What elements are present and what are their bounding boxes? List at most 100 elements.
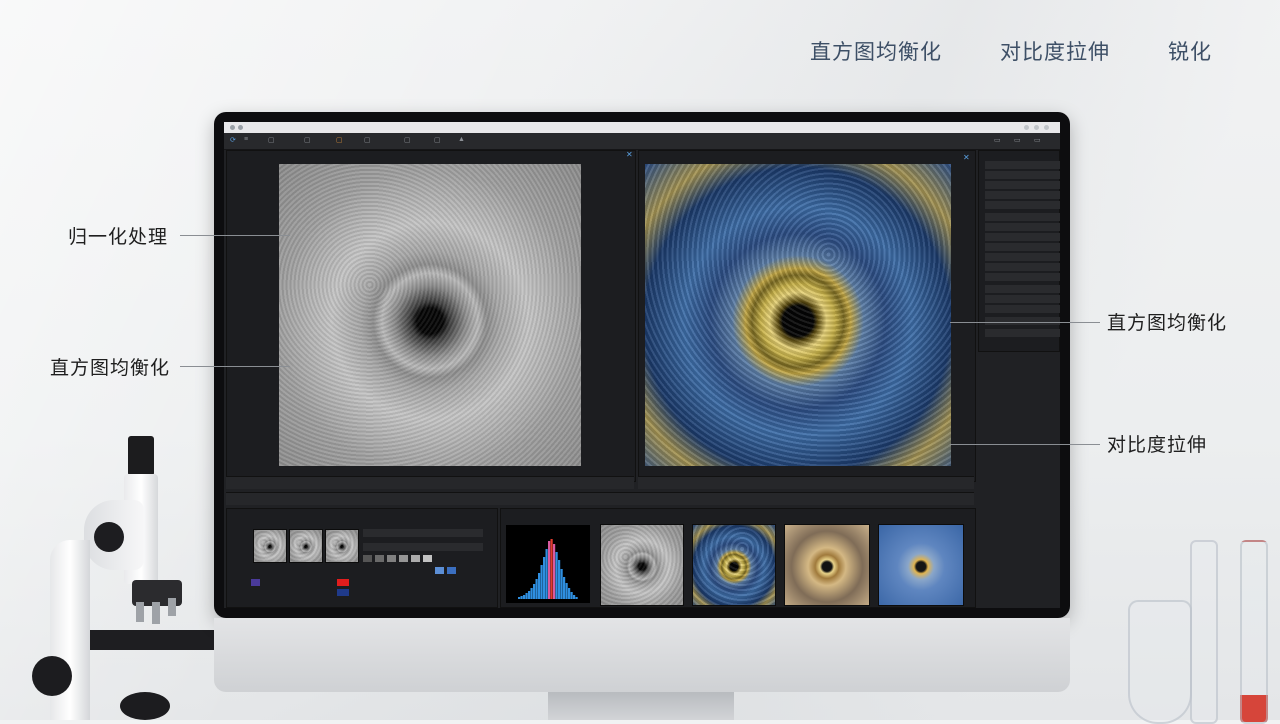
slider[interactable] [363,543,483,551]
original-image-panel [226,150,636,482]
callout-line [180,235,290,236]
callout-hist-eq-left: 直方图均衡化 [50,357,171,379]
menu-bar: ⟳ ≡ ▢ ▢ ▢ ▢ ▢ ▢ ▲ ▭ ▭ ▭ [224,133,1060,150]
monitor: ⟳ ≡ ▢ ▢ ▢ ▢ ▢ ▢ ▲ ▭ ▭ ▭ ✕ ✕ [214,112,1070,618]
color-swatch[interactable] [411,555,420,562]
histogram-bar [518,597,521,599]
color-swatch[interactable] [387,555,396,562]
callout-line [950,444,1100,445]
result-thumbnail[interactable] [692,524,776,606]
histogram-bar [565,583,568,599]
histogram-bar [535,579,538,599]
viewer-toolbar-right [638,476,974,489]
property-row[interactable] [985,273,1060,281]
preset-thumbnail[interactable] [325,529,359,563]
color-swatch[interactable] [399,555,408,562]
property-row[interactable] [985,263,1060,271]
property-row[interactable] [985,305,1060,313]
histogram-bar [558,560,561,599]
menu-item[interactable]: ▢ [364,136,371,144]
title-bar [224,122,1060,133]
flask [1128,600,1192,724]
callout-normalization: 归一化处理 [68,226,169,248]
property-row[interactable] [985,233,1060,241]
top-nav: 直方图均衡化 对比度拉伸 锐化 [810,36,1212,66]
property-row[interactable] [985,295,1060,303]
color-swatch[interactable] [251,579,260,586]
menu-icon[interactable]: ≡ [244,136,248,143]
monitor-chin [214,618,1070,692]
monitor-stand [548,692,734,720]
histogram-bar [538,573,541,599]
color-swatch[interactable] [447,567,456,574]
menu-item[interactable]: ▢ [304,136,311,144]
property-row[interactable] [985,329,1060,337]
property-row[interactable] [985,317,1060,325]
menu-item[interactable]: ▢ [268,136,275,144]
minimize-icon[interactable] [1024,125,1029,130]
adjustments-panel [226,508,498,608]
color-swatch[interactable] [363,555,372,562]
menu-item[interactable]: ▢ [434,136,441,144]
toolbar-icon[interactable]: ▭ [1034,136,1041,144]
window-dot-icon[interactable] [238,125,243,130]
result-thumbnail[interactable] [784,524,870,606]
callout-line [180,366,290,367]
processed-image[interactable] [645,164,951,466]
close-icon[interactable] [1044,125,1049,130]
callout-line [950,322,1100,323]
property-row[interactable] [985,253,1060,261]
close-icon[interactable]: ✕ [626,150,633,159]
window-dot-icon[interactable] [230,125,235,130]
property-row[interactable] [985,243,1060,251]
nav-item-contrast-stretch[interactable]: 对比度拉伸 [1000,36,1110,66]
histogram-bar [575,597,578,599]
property-row[interactable] [985,181,1060,189]
result-thumbnail[interactable] [878,524,964,606]
property-row[interactable] [985,191,1060,199]
toolbar-icon[interactable]: ▭ [1014,136,1021,144]
color-swatch[interactable] [435,567,444,574]
callout-hist-eq-right: 直方图均衡化 [1107,312,1228,334]
close-icon[interactable]: ✕ [963,153,970,162]
property-row[interactable] [985,161,1060,169]
property-row[interactable] [985,223,1060,231]
histogram-bar [540,565,543,599]
app-window: ⟳ ≡ ▢ ▢ ▢ ▢ ▢ ▢ ▲ ▭ ▭ ▭ ✕ ✕ [224,122,1060,608]
menu-item[interactable]: ▢ [404,136,411,144]
property-row[interactable] [985,171,1060,179]
nav-item-sharpen[interactable]: 锐化 [1168,36,1212,66]
maximize-icon[interactable] [1034,125,1039,130]
histogram-bar [543,557,546,599]
slider[interactable] [363,529,483,537]
histogram-bar [523,595,526,599]
color-swatch[interactable] [337,579,349,586]
toolbar-icon[interactable]: ▭ [994,136,1001,144]
histogram-bar [568,588,571,599]
histogram-bar [525,593,528,599]
timeline-bar [226,492,974,505]
color-swatch[interactable] [423,555,432,562]
menu-item[interactable]: ▢ [336,136,343,144]
nav-item-histogram-equalization[interactable]: 直方图均衡化 [810,36,942,66]
color-swatch[interactable] [337,589,349,596]
histogram-chart [518,539,578,599]
histogram-bar [563,577,566,599]
preset-thumbnail[interactable] [289,529,323,563]
property-row[interactable] [985,201,1060,209]
original-image[interactable] [279,164,581,466]
histogram-bar [533,584,536,599]
histogram-bar [548,541,551,599]
color-swatch[interactable] [375,555,384,562]
property-row[interactable] [985,285,1060,293]
histogram-bar [530,588,533,599]
warning-icon[interactable]: ▲ [458,136,465,143]
histogram-bar [528,591,531,599]
preset-thumbnail[interactable] [253,529,287,563]
result-thumbnail[interactable] [600,524,684,606]
test-tube [1240,540,1268,724]
microscope-illustration [20,430,220,720]
histogram-bar [570,592,573,599]
property-row[interactable] [985,213,1060,221]
histogram-bar [520,596,523,599]
